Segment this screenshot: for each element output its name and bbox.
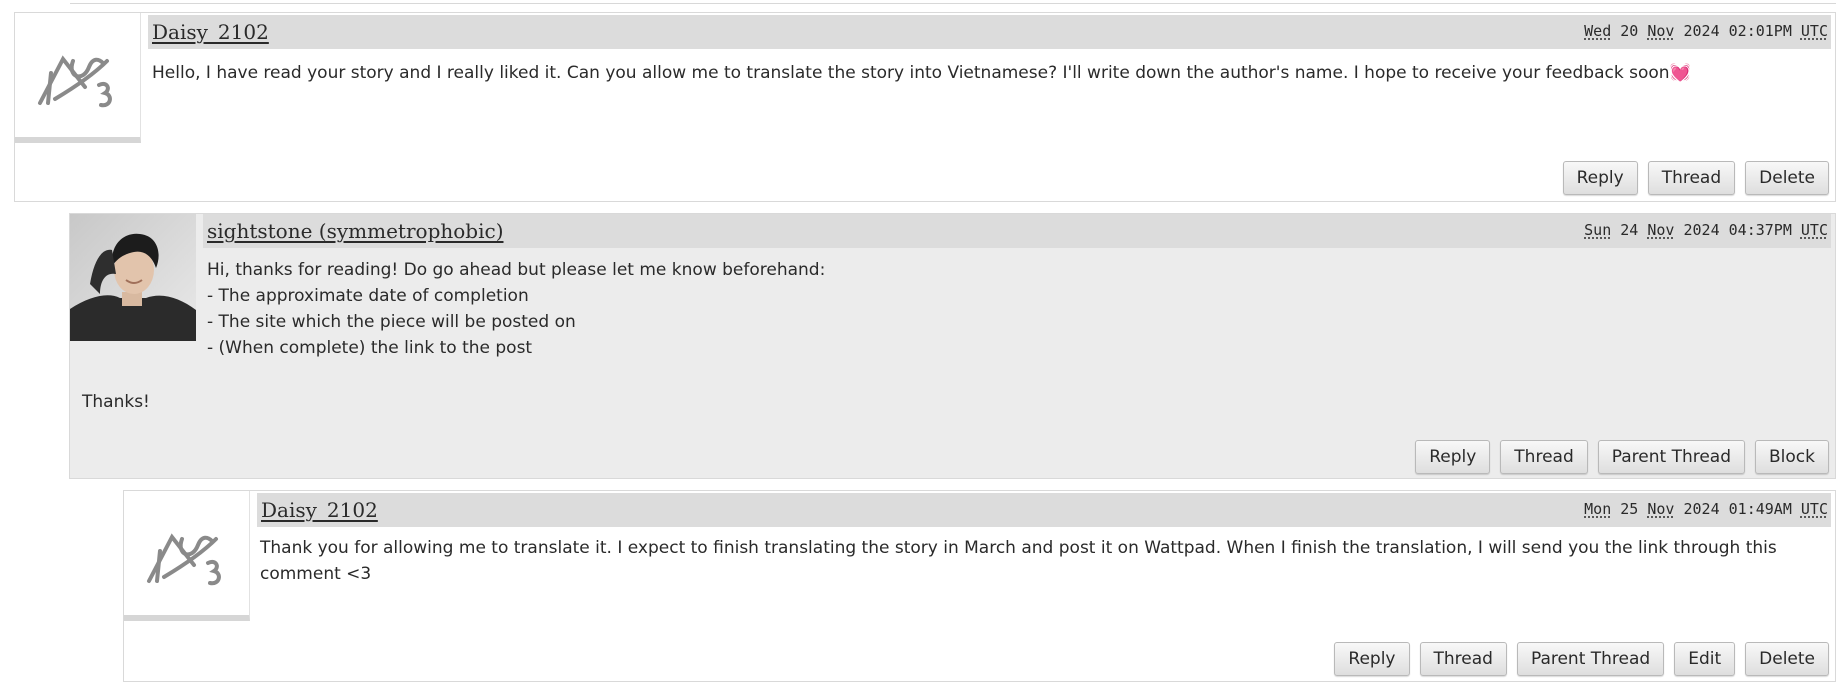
timestamp-timezone: UTC [1800,22,1828,40]
timestamp-month: Nov [1647,22,1675,40]
timestamp: Mon 25 Nov 2024 01:49AM UTC [1584,500,1828,518]
timestamp-day: Sun [1584,221,1612,239]
heart-emoji: 💓 [1669,63,1691,83]
parent-thread-button[interactable]: Parent Thread [1597,440,1746,474]
timestamp-month: Nov [1647,221,1675,239]
thread-button[interactable]: Thread [1647,161,1736,195]
comment-line: Hi, thanks for reading! Do go ahead but … [207,260,826,280]
comment-body: Hello, I have read your story and I real… [152,60,1812,86]
timestamp-date: 24 [1620,221,1639,239]
comment-text: Hello, I have read your story and I real… [152,63,1670,83]
thread-button[interactable]: Thread [1419,642,1507,676]
parent-thread-button[interactable]: Parent Thread [1516,642,1665,676]
comment-line: - The approximate date of completion [207,286,529,306]
user-avatar[interactable] [124,491,250,621]
timestamp-year-time: 2024 04:37PM [1683,221,1792,239]
thread-button[interactable]: Thread [1500,440,1588,474]
comment-line: - (When complete) the link to the post [207,338,533,358]
comment-line: comment <3 [260,564,372,584]
comment-actions: Reply Thread Parent Thread Block [1415,440,1829,474]
comment-line: - The site which the piece will be poste… [207,312,576,332]
comment: Daisy_2102 Mon 25 Nov 2024 01:49AM UTC T… [123,490,1836,682]
comment-actions: Reply Thread Delete [1562,161,1829,195]
timestamp-timezone: UTC [1800,500,1828,518]
timestamp-day: Wed [1584,22,1612,40]
default-userpic-icon [38,55,112,108]
comment-header: sightstone (symmetrophobic) Sun 24 Nov 2… [203,214,1831,248]
comment-line: Thank you for allowing me to translate i… [260,538,1777,558]
reply-button[interactable]: Reply [1415,440,1491,474]
previous-comment-edge [70,0,1836,4]
comment-header: Daisy_2102 Mon 25 Nov 2024 01:49AM UTC [257,493,1831,527]
comment-closing: Thanks! [82,392,150,412]
delete-button[interactable]: Delete [1745,642,1829,676]
delete-button[interactable]: Delete [1745,161,1829,195]
username-link[interactable]: Daisy_2102 [152,20,269,44]
timestamp-year-time: 2024 02:01PM [1683,22,1792,40]
edit-button[interactable]: Edit [1674,642,1736,676]
timestamp: Wed 20 Nov 2024 02:01PM UTC [1584,22,1828,40]
comment: Daisy_2102 Wed 20 Nov 2024 02:01PM UTC H… [14,12,1836,202]
reply-button[interactable]: Reply [1334,642,1410,676]
user-avatar[interactable] [15,13,141,143]
comment-body: Hi, thanks for reading! Do go ahead but … [207,257,1807,361]
comment-actions: Reply Thread Parent Thread Edit Delete [1334,642,1829,676]
timestamp-date: 20 [1620,22,1639,40]
timestamp-month: Nov [1647,500,1675,518]
username-link[interactable]: Daisy_2102 [261,498,378,522]
timestamp-day: Mon [1584,500,1612,518]
timestamp-year-time: 2024 01:49AM [1683,500,1792,518]
timestamp: Sun 24 Nov 2024 04:37PM UTC [1584,221,1828,239]
user-photo-image [70,214,196,341]
username-link[interactable]: sightstone (symmetrophobic) [207,219,504,243]
block-button[interactable]: Block [1755,440,1829,474]
default-userpic-icon [147,533,221,586]
comment-body: Thank you for allowing me to translate i… [260,535,1815,587]
comment: sightstone (symmetrophobic) Sun 24 Nov 2… [69,213,1836,479]
comment-header: Daisy_2102 Wed 20 Nov 2024 02:01PM UTC [148,15,1831,49]
timestamp-date: 25 [1620,500,1639,518]
reply-button[interactable]: Reply [1562,161,1638,195]
user-photo[interactable] [70,214,196,341]
timestamp-timezone: UTC [1800,221,1828,239]
